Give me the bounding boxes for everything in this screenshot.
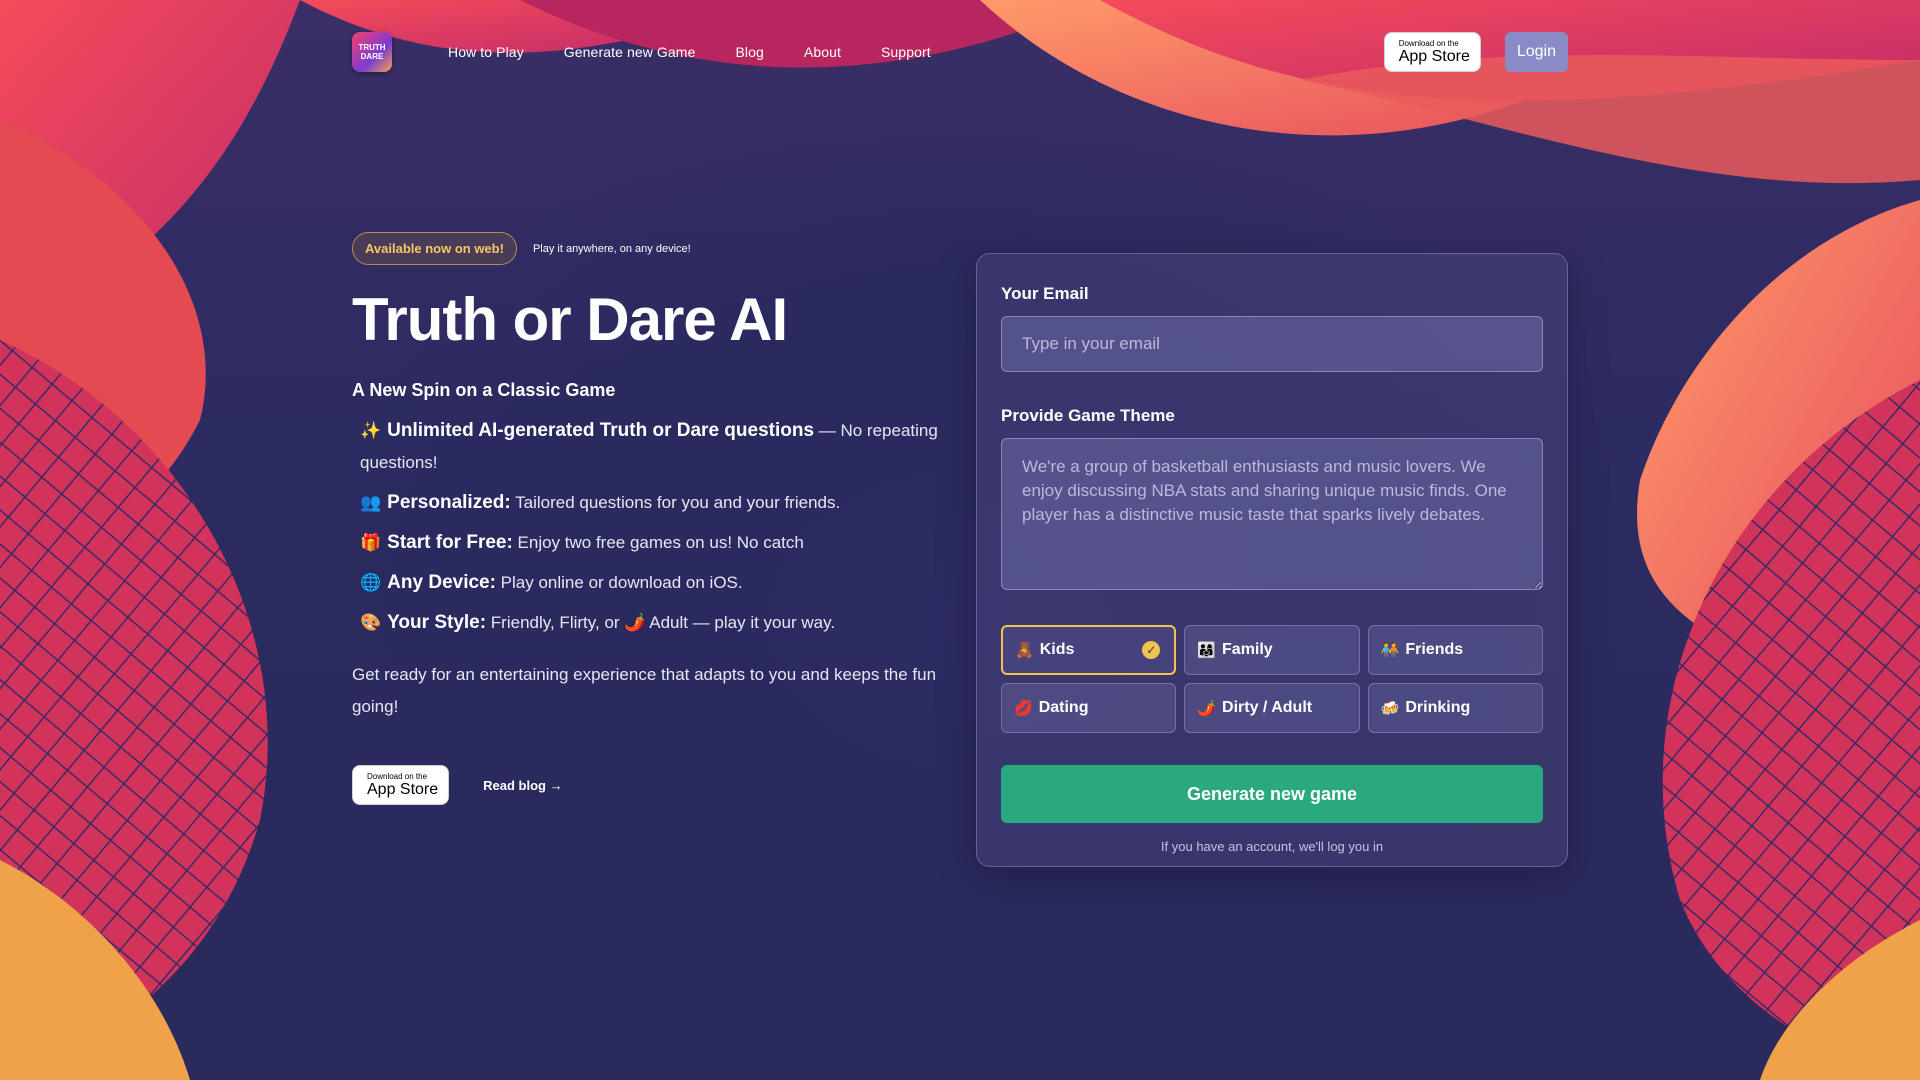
beer-mugs-icon: 🍻: [1380, 700, 1400, 717]
feature-item: 🎨 Your Style: Friendly, Flirty, or 🌶️ Adu…: [360, 607, 952, 639]
email-input[interactable]: [1001, 316, 1543, 372]
feature-list: ✨ Unlimited AI-generated Truth or Dare qu…: [360, 415, 952, 639]
feature-title: Any Device:: [387, 572, 496, 593]
feature-text: Play online or download on iOS.: [495, 573, 743, 592]
feature-text: Friendly, Flirty, or 🌶️ Adult — play it …: [486, 613, 836, 632]
hero-section: Available now on web! Play it anywhere, …: [352, 232, 952, 805]
theme-label: Provide Game Theme: [1001, 406, 1175, 425]
category-label: Dating: [1038, 699, 1089, 716]
header-app-store-button[interactable]: Download on the App Store: [1383, 32, 1481, 72]
category-drinking[interactable]: 🍻 Drinking: [1367, 683, 1543, 733]
feature-item: ✨ Unlimited AI-generated Truth or Dare qu…: [360, 415, 952, 479]
app-store-text: Download on the App Store: [367, 771, 439, 798]
category-friends[interactable]: 🧑‍🤝‍🧑 Friends: [1367, 625, 1543, 675]
feature-title: Your Style:: [387, 612, 487, 633]
read-blog-link[interactable]: Read blog →: [483, 778, 562, 793]
feature-title: Start for Free:: [387, 532, 513, 553]
email-label: Your Email: [1001, 284, 1089, 303]
nav-actions: Download on the App Store Login: [1383, 32, 1568, 72]
nav-links: How to Play Generate new Game Blog About…: [408, 44, 931, 60]
logo-text-top: TRUTH: [358, 43, 386, 52]
sparkles-icon: ✨: [360, 421, 382, 440]
background-decoration: [0, 0, 1920, 1080]
feature-title: Unlimited AI-generated Truth or Dare que…: [387, 420, 815, 441]
category-label: Drinking: [1405, 699, 1471, 716]
globe-icon: 🌐: [360, 573, 382, 592]
feature-item: 🌐 Any Device: Play online or download on …: [360, 567, 952, 599]
category-label: Family: [1222, 641, 1273, 658]
teddy-bear-icon: 🧸: [1015, 642, 1034, 659]
app-store-big-text: App Store: [367, 780, 439, 798]
feature-item: 👥 Personalized: Tailored questions for yo…: [360, 487, 952, 519]
nav-support[interactable]: Support: [881, 44, 931, 60]
palette-icon: 🎨: [360, 613, 382, 632]
nav-about[interactable]: About: [804, 44, 841, 60]
hero-intro: Get ready for an entertaining experience…: [352, 665, 937, 716]
category-label: Dirty / Adult: [1222, 699, 1313, 716]
category-family[interactable]: 👨‍👩‍👧 Family: [1184, 625, 1360, 675]
category-dirty-adult[interactable]: 🌶️ Dirty / Adult: [1184, 683, 1360, 733]
top-navigation: TRUTH DARE How to Play Generate new Game…: [352, 30, 1568, 74]
feature-title: Personalized:: [387, 492, 511, 513]
login-button[interactable]: Login: [1504, 32, 1568, 72]
friends-icon: 🧑‍🤝‍🧑: [1380, 642, 1400, 659]
gift-icon: 🎁: [360, 533, 382, 552]
feature-item: 🎁 Start for Free: Enjoy two free games on…: [360, 527, 952, 559]
family-icon: 👨‍👩‍👧: [1197, 642, 1217, 659]
app-store-text: Download on the App Store: [1398, 38, 1470, 65]
hero-app-store-button[interactable]: Download on the App Store: [352, 765, 450, 805]
logo-text-bottom: DARE: [360, 52, 384, 61]
hero-subtitle: A New Spin on a Classic Game: [352, 380, 616, 400]
hero-cta-row: Download on the App Store Read blog →: [352, 765, 952, 805]
app-store-small-text: Download on the: [1398, 38, 1459, 48]
category-kids[interactable]: 🧸 Kids ✓: [1001, 625, 1177, 675]
app-store-small-text: Download on the: [367, 771, 428, 781]
game-form-card: Your Email Provide Game Theme 🧸 Kids ✓ 👨…: [976, 253, 1568, 867]
lips-icon: 💋: [1014, 700, 1033, 717]
category-label: Kids: [1039, 641, 1075, 658]
feature-text: Tailored questions for you and your frie…: [510, 493, 841, 512]
game-theme-textarea[interactable]: [1001, 438, 1543, 590]
nav-blog[interactable]: Blog: [735, 44, 763, 60]
feature-text: Enjoy two free games on us! No catch: [512, 533, 804, 552]
people-icon: 👥: [360, 493, 382, 512]
truth-or-dare-logo[interactable]: TRUTH DARE: [352, 32, 392, 72]
category-dating[interactable]: 💋 Dating: [1001, 683, 1177, 733]
availability-row: Available now on web! Play it anywhere, …: [352, 232, 952, 265]
nav-generate-new-game[interactable]: Generate new Game: [564, 44, 696, 60]
page-title: Truth or Dare AI: [352, 286, 788, 353]
availability-note: Play it anywhere, on any device!: [532, 242, 691, 255]
availability-badge: Available now on web!: [352, 232, 517, 265]
check-icon: ✓: [1142, 641, 1161, 659]
category-label: Friends: [1405, 641, 1464, 658]
app-store-big-text: App Store: [1398, 47, 1470, 65]
category-grid: 🧸 Kids ✓ 👨‍👩‍👧 Family 🧑‍🤝‍🧑 Friends 💋 Da…: [1001, 625, 1543, 733]
chili-pepper-icon: 🌶️: [1197, 700, 1217, 717]
login-note: If you have an account, we'll log you in: [1160, 839, 1384, 854]
generate-game-button[interactable]: Generate new game: [1001, 765, 1543, 823]
nav-how-to-play[interactable]: How to Play: [448, 44, 524, 60]
